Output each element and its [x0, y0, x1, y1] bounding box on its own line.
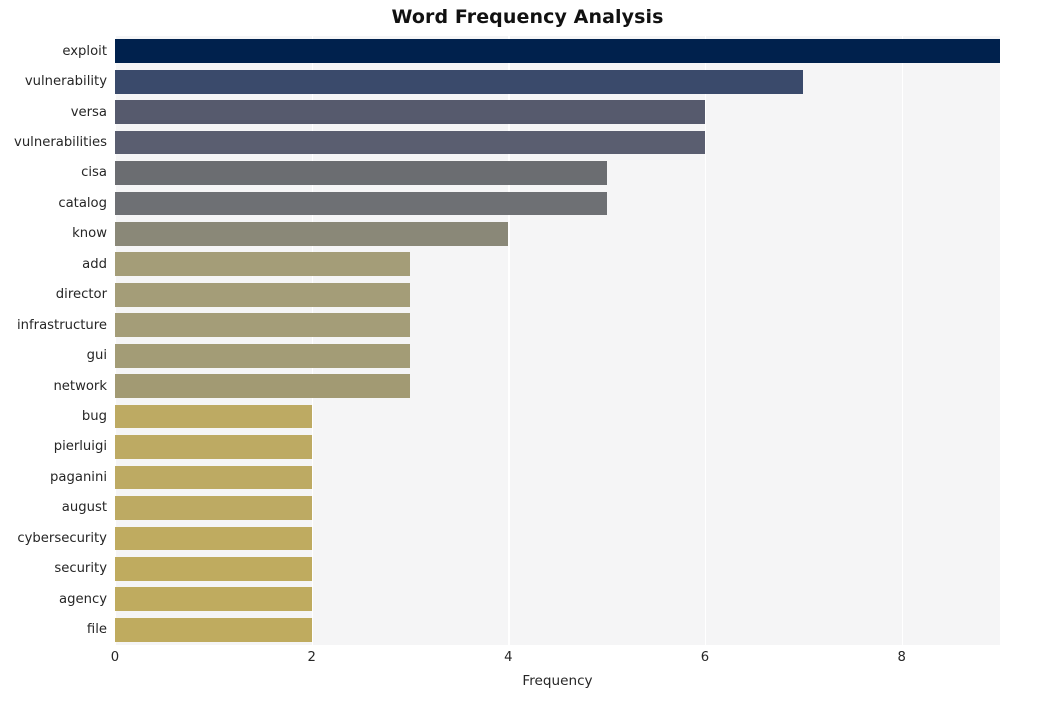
bar-row: [115, 526, 1000, 551]
bar[interactable]: [115, 100, 705, 124]
bar-row: [115, 343, 1000, 368]
bar[interactable]: [115, 130, 705, 155]
x-tick-label: 8: [897, 650, 906, 665]
y-tick-label: file: [86, 622, 107, 638]
bar-row: [115, 130, 1000, 155]
bar[interactable]: [115, 161, 607, 185]
bar-row: [115, 617, 1000, 642]
bar[interactable]: [115, 526, 312, 551]
bar[interactable]: [115, 374, 410, 399]
y-tick-label: security: [54, 561, 107, 577]
bar[interactable]: [115, 587, 312, 612]
bar[interactable]: [115, 313, 410, 338]
y-tick-label: know: [72, 226, 107, 242]
bar-row: [115, 100, 1000, 124]
y-tick-label: bug: [81, 409, 107, 425]
bar[interactable]: [115, 465, 312, 490]
bar[interactable]: [115, 69, 804, 94]
bar-row: [115, 191, 1000, 216]
bar-row: [115, 222, 1000, 246]
x-axis: 0 2 4 6 8: [111, 645, 1000, 671]
bar-row: [115, 496, 1000, 520]
x-axis-title: Frequency: [522, 673, 593, 689]
bar[interactable]: [115, 435, 312, 459]
chart-figure: Word Frequency Analysis exploit vulnerabi…: [0, 0, 1055, 701]
bar-row: [115, 39, 1000, 64]
y-tick-label: cisa: [81, 165, 107, 181]
bar-row: [115, 465, 1000, 490]
bar-series: [115, 36, 1000, 645]
y-tick-label: cybersecurity: [17, 530, 107, 546]
bar-row: [115, 282, 1000, 307]
y-tick-label: director: [55, 287, 107, 303]
bar[interactable]: [115, 282, 410, 307]
x-tick-label: 2: [307, 650, 316, 665]
bar[interactable]: [115, 556, 312, 581]
y-tick-label: vulnerability: [24, 74, 107, 90]
page-title: Word Frequency Analysis: [391, 6, 664, 28]
y-tick-label: agency: [59, 591, 107, 607]
y-tick-label: versa: [70, 104, 107, 120]
y-tick-label: gui: [86, 348, 107, 364]
bar-row: [115, 435, 1000, 459]
bar[interactable]: [115, 39, 1000, 64]
bar[interactable]: [115, 343, 410, 368]
x-tick-label: 0: [110, 650, 120, 665]
bar[interactable]: [115, 617, 312, 642]
bar[interactable]: [115, 191, 607, 216]
x-tick-label: 6: [700, 650, 710, 665]
bar[interactable]: [115, 222, 509, 246]
bar[interactable]: [115, 252, 410, 277]
y-tick-label: paganini: [50, 469, 107, 485]
y-tick-label: catalog: [58, 195, 107, 211]
y-tick-label: add: [82, 256, 107, 272]
bar[interactable]: [115, 404, 312, 429]
bar-row: [115, 161, 1000, 185]
y-tick-label: infrastructure: [16, 317, 107, 333]
bar-row: [115, 587, 1000, 612]
bar-row: [115, 404, 1000, 429]
bar-row: [115, 69, 1000, 94]
bar-row: [115, 313, 1000, 338]
bar-row: [115, 252, 1000, 277]
y-axis: exploit vulnerability versa vulnerabilities…: [0, 36, 107, 645]
y-tick-label: exploit: [62, 43, 107, 59]
y-tick-label: pierluigi: [53, 439, 107, 455]
plot-area: [115, 36, 1000, 645]
y-tick-label: network: [53, 378, 107, 394]
x-tick-label: 4: [504, 650, 513, 665]
bar[interactable]: [115, 496, 312, 520]
y-tick-label: vulnerabilities: [14, 134, 107, 150]
bar-row: [115, 556, 1000, 581]
y-tick-label: august: [61, 500, 107, 516]
bar-row: [115, 374, 1000, 399]
